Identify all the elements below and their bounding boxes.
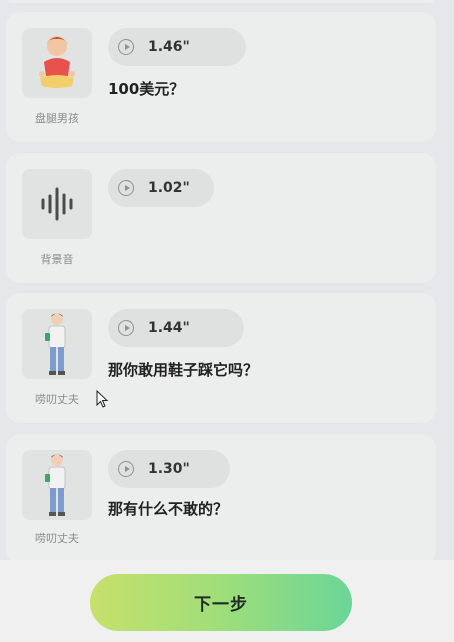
- voice-duration: 1.46": [148, 39, 190, 55]
- voice-duration: 1.02": [148, 180, 190, 196]
- role-name: 唠叨丈夫: [35, 532, 79, 545]
- dialogue-text: 那有什么不敢的？: [108, 500, 229, 518]
- play-icon: [118, 461, 134, 477]
- play-icon: [118, 39, 134, 55]
- next-step-button[interactable]: 下一步: [90, 574, 352, 631]
- role-name: 唠叨丈夫: [35, 393, 79, 406]
- dialogue-text: 那你敢用鞋子踩它吗？: [108, 361, 259, 379]
- message-card: 背景音 1.02": [6, 153, 436, 283]
- message-card-partial: [6, 0, 436, 3]
- dialogue-text: 100美元？: [108, 80, 185, 98]
- play-icon: [118, 320, 134, 336]
- voice-duration: 1.44": [148, 320, 190, 336]
- voice-play-button[interactable]: 1.30": [108, 450, 230, 488]
- message-card: 盘腿男孩 1.46" 100美元？: [6, 12, 436, 142]
- voice-play-button[interactable]: 1.02": [108, 169, 214, 207]
- role-name: 背景音: [40, 253, 74, 266]
- role-name: 盘腿男孩: [35, 112, 79, 125]
- sound-wave-icon: [22, 169, 92, 239]
- voice-play-button[interactable]: 1.46": [108, 28, 246, 66]
- play-icon: [118, 180, 134, 196]
- husband-figure-icon: [22, 450, 92, 520]
- message-card: 唠叨丈夫 1.30" 那有什么不敢的？: [6, 434, 436, 564]
- husband-figure-icon: [22, 309, 92, 379]
- message-card: 唠叨丈夫 1.44" 那你敢用鞋子踩它吗？: [6, 293, 436, 423]
- voice-duration: 1.30": [148, 461, 190, 477]
- boy-cross-legged-icon: [22, 28, 92, 98]
- mouse-cursor-icon: [96, 390, 109, 408]
- voice-play-button[interactable]: 1.44": [108, 309, 244, 347]
